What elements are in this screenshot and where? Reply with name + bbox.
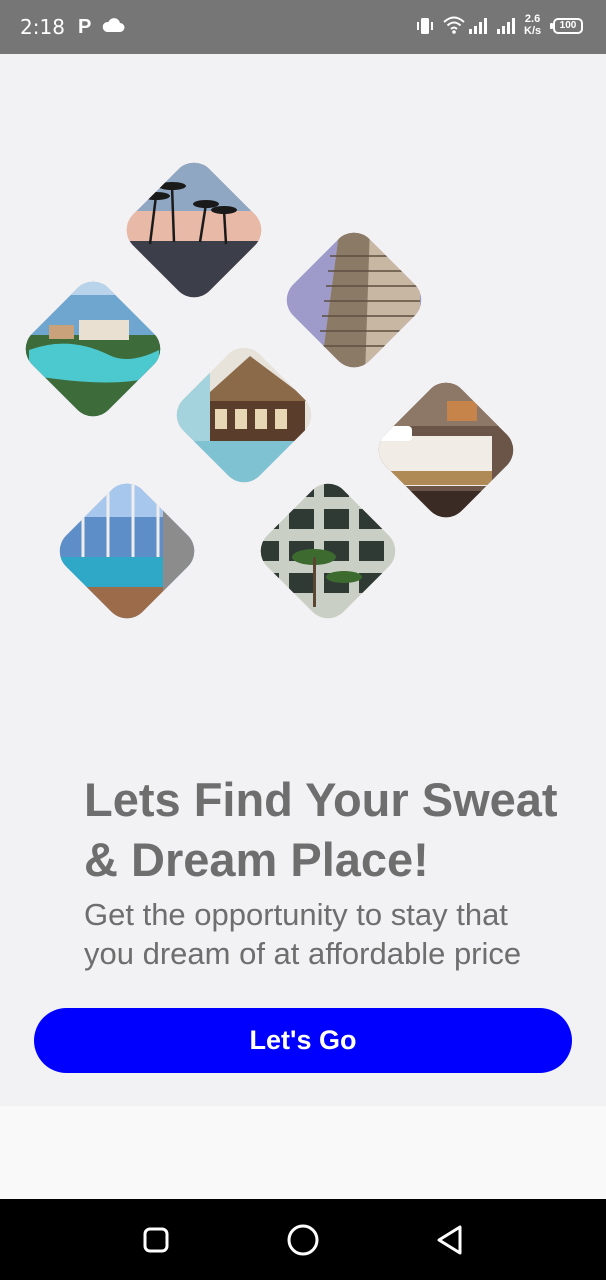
- onboarding-screen: 2:18 P 2.6 K/s 100 Lets Find Your Sweat …: [0, 0, 606, 1280]
- gallery-tile-glass-pool-deck: [50, 474, 204, 628]
- app-notification-icon: P: [78, 16, 92, 38]
- lets-go-button[interactable]: Let's Go: [34, 1008, 572, 1073]
- gallery-tile-palm-trees-sunset: [117, 153, 271, 307]
- navigation-bar: [0, 1199, 606, 1280]
- status-time: 2:18: [20, 15, 65, 39]
- gallery-tile-resort-pool-coast: [16, 272, 170, 426]
- page-title: Lets Find Your Sweat & Dream Place!: [84, 770, 584, 890]
- page-title-line-2: & Dream Place!: [84, 833, 429, 886]
- signal-icon: [468, 17, 490, 40]
- gallery-tile-hotel-tower: [277, 223, 431, 377]
- battery-icon: 100: [550, 18, 583, 34]
- home-icon[interactable]: [286, 1223, 320, 1262]
- page-title-line-1: Lets Find Your Sweat: [84, 773, 558, 826]
- gallery-tile-thatched-roof-resort: [167, 338, 321, 492]
- page-subtitle: Get the opportunity to stay that you dre…: [84, 895, 594, 973]
- status-bar: 2:18 P 2.6 K/s 100: [0, 0, 606, 54]
- gallery-tile-building-facade-palms: [251, 474, 405, 628]
- bottom-spacer: [0, 1106, 606, 1199]
- page-subtitle-line-2: you dream of at affordable price: [84, 936, 522, 971]
- signal-icon: [496, 17, 518, 40]
- wifi-icon: [443, 15, 465, 40]
- recent-apps-icon[interactable]: [142, 1226, 170, 1259]
- back-icon[interactable]: [435, 1224, 465, 1261]
- network-speed: 2.6 K/s: [524, 13, 541, 37]
- network-speed-value: 2.6: [524, 13, 541, 25]
- network-speed-unit: K/s: [524, 25, 542, 37]
- vibrate-icon: [415, 16, 435, 41]
- page-subtitle-line-1: Get the opportunity to stay that: [84, 897, 508, 932]
- cloud-icon: [101, 17, 125, 38]
- gallery-tile-hotel-bedroom: [369, 373, 523, 527]
